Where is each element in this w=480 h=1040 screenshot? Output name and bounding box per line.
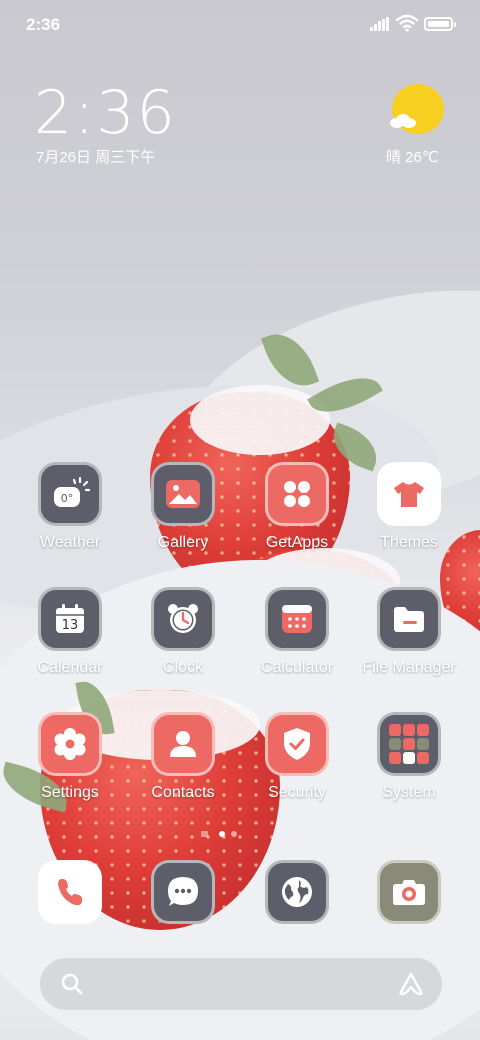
- page-dot-active: [219, 831, 225, 837]
- status-time: 2:36: [26, 15, 61, 34]
- signal-icon: [370, 17, 390, 31]
- app-settings[interactable]: Settings: [14, 712, 126, 802]
- app-gallery[interactable]: Gallery: [127, 462, 239, 552]
- app-label: Settings: [41, 784, 99, 801]
- app-system-folder[interactable]: System: [353, 712, 465, 802]
- messages-icon: [151, 860, 215, 924]
- app-label: Security: [268, 784, 326, 801]
- search-icon: [61, 973, 83, 995]
- battery-icon: [424, 17, 456, 31]
- assistant-icon[interactable]: [398, 971, 424, 997]
- search-bar[interactable]: [40, 958, 442, 1010]
- cloud-icon: [390, 114, 416, 128]
- app-label: System: [382, 784, 436, 801]
- widget-date: 7月26日 周三下午: [36, 149, 156, 166]
- dock-camera[interactable]: [353, 860, 465, 924]
- app-label: File Manager: [362, 659, 456, 676]
- phone-icon: [38, 860, 102, 924]
- app-label: Gallery: [157, 534, 209, 551]
- folder-icon: [377, 587, 441, 651]
- app-themes[interactable]: Themes: [353, 462, 465, 552]
- app-file-manager[interactable]: File Manager: [353, 587, 465, 677]
- calendar-day: 13: [62, 618, 79, 633]
- shield-icon: [265, 712, 329, 776]
- getapps-icon: [265, 462, 329, 526]
- dock-phone[interactable]: [14, 860, 126, 924]
- dock-messages[interactable]: [127, 860, 239, 924]
- home-lines-icon: [201, 831, 208, 837]
- page-indicator[interactable]: [201, 829, 241, 839]
- app-calendar[interactable]: 13 Calendar: [14, 587, 126, 677]
- app-calculator[interactable]: Calculator: [241, 587, 353, 677]
- calendar-icon: 13: [38, 587, 102, 651]
- app-security[interactable]: Security: [241, 712, 353, 802]
- app-label: Calendar: [37, 659, 103, 676]
- app-label: Weather: [39, 534, 101, 551]
- weather-icon-text: 0°: [61, 492, 74, 505]
- system-folder-icon: [377, 712, 441, 776]
- status-bar: 2:36: [0, 0, 480, 50]
- app-label: Themes: [380, 534, 438, 551]
- calculator-icon: [265, 587, 329, 651]
- widget-time: 2:36: [34, 78, 177, 148]
- app-label: Clock: [162, 659, 203, 676]
- app-label: Contacts: [151, 784, 215, 801]
- gear-icon: [38, 712, 102, 776]
- clock-icon: [151, 587, 215, 651]
- contacts-icon: [151, 712, 215, 776]
- wifi-icon: [396, 14, 418, 32]
- gallery-icon: [151, 462, 215, 526]
- app-label: GetApps: [265, 534, 329, 551]
- browser-icon: [265, 860, 329, 924]
- dock-browser[interactable]: [241, 860, 353, 924]
- themes-icon: [377, 462, 441, 526]
- app-getapps[interactable]: GetApps: [241, 462, 353, 552]
- app-weather[interactable]: 0° Weather: [14, 462, 126, 552]
- camera-icon: [377, 860, 441, 924]
- widget-weather: 晴 26℃: [386, 149, 439, 166]
- page-dot: [231, 831, 237, 837]
- app-clock[interactable]: Clock: [127, 587, 239, 677]
- app-contacts[interactable]: Contacts: [127, 712, 239, 802]
- app-label: Calculator: [260, 659, 334, 676]
- weather-icon: 0°: [38, 462, 102, 526]
